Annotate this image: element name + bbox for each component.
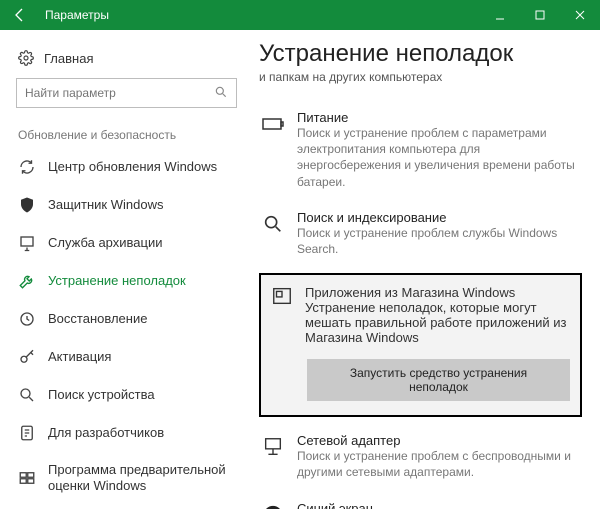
sidebar-item-label: Центр обновления Windows	[48, 159, 217, 175]
developer-icon	[18, 424, 36, 442]
sidebar: Главная Обновление и безопасность Центр …	[0, 30, 255, 509]
search-icon	[214, 85, 228, 102]
sidebar-item-defender[interactable]: Защитник Windows	[16, 186, 247, 224]
main-panel: Устранение неполадок и папкам на других …	[255, 30, 600, 509]
battery-icon	[261, 112, 285, 136]
sidebar-item-label: Устранение неполадок	[48, 273, 186, 289]
home-button[interactable]: Главная	[16, 44, 247, 76]
tile-desc: Устранение неполадок, которые могут меша…	[305, 300, 570, 345]
nav-list: Центр обновления Windows Защитник Window…	[16, 148, 247, 505]
window-controls	[480, 0, 600, 30]
tile-title: Питание	[297, 110, 578, 125]
troubleshoot-tile-store-apps[interactable]: Приложения из Магазина Windows Устранени…	[259, 273, 582, 417]
window-title: Параметры	[40, 8, 480, 22]
maximize-button[interactable]	[520, 0, 560, 30]
back-button[interactable]	[0, 0, 40, 30]
sidebar-item-troubleshoot[interactable]: Устранение неполадок	[16, 262, 247, 300]
sidebar-item-label: Для разработчиков	[48, 425, 164, 441]
sidebar-item-label: Поиск устройства	[48, 387, 155, 403]
sidebar-item-label: Программа предварительной оценки Windows	[48, 462, 243, 495]
shield-icon	[18, 196, 36, 214]
titlebar: Параметры	[0, 0, 600, 30]
gear-icon	[18, 50, 34, 66]
network-icon	[261, 435, 285, 459]
search-device-icon	[18, 386, 36, 404]
tile-title: Приложения из Магазина Windows	[305, 285, 570, 300]
search-box[interactable]	[16, 78, 237, 108]
wrench-icon	[18, 272, 36, 290]
tile-desc: Поиск и устранение проблем с беспроводны…	[297, 448, 578, 480]
tile-title: Поиск и индексирование	[297, 210, 578, 225]
insider-icon	[18, 469, 36, 487]
history-icon	[18, 310, 36, 328]
sidebar-item-windows-update[interactable]: Центр обновления Windows	[16, 148, 247, 186]
minimize-button[interactable]	[480, 0, 520, 30]
refresh-icon	[18, 158, 36, 176]
sidebar-item-insider[interactable]: Программа предварительной оценки Windows	[16, 452, 247, 505]
sidebar-item-label: Восстановление	[48, 311, 147, 327]
troubleshoot-tile-bluescreen[interactable]: Синий экран Устранение ошибок, вызывающи…	[259, 493, 582, 509]
troubleshoot-tile-network[interactable]: Сетевой адаптер Поиск и устранение пробл…	[259, 425, 582, 492]
home-label: Главная	[44, 51, 93, 66]
troubleshoot-tile-search[interactable]: Поиск и индексирование Поиск и устранени…	[259, 202, 582, 269]
run-troubleshooter-button[interactable]: Запустить средство устранения неполадок	[307, 359, 570, 401]
sidebar-item-activation[interactable]: Активация	[16, 338, 247, 376]
close-button[interactable]	[560, 0, 600, 30]
tile-desc: Поиск и устранение проблем с параметрами…	[297, 125, 578, 190]
search-input[interactable]	[25, 86, 214, 100]
sidebar-item-backup[interactable]: Служба архивации	[16, 224, 247, 262]
error-icon	[261, 503, 285, 509]
tile-title: Сетевой адаптер	[297, 433, 578, 448]
page-subtitle: и папкам на других компьютерах	[259, 70, 582, 84]
section-title: Обновление и безопасность	[16, 122, 247, 146]
tile-title: Синий экран	[297, 501, 578, 509]
sidebar-item-developers[interactable]: Для разработчиков	[16, 414, 247, 452]
sidebar-item-label: Защитник Windows	[48, 197, 163, 213]
sidebar-item-label: Служба архивации	[48, 235, 163, 251]
page-title: Устранение неполадок	[259, 40, 582, 68]
sidebar-item-label: Активация	[48, 349, 111, 365]
sidebar-item-find-device[interactable]: Поиск устройства	[16, 376, 247, 414]
troubleshoot-tile-power[interactable]: Питание Поиск и устранение проблем с пар…	[259, 102, 582, 202]
backup-icon	[18, 234, 36, 252]
sidebar-item-recovery[interactable]: Восстановление	[16, 300, 247, 338]
tile-desc: Поиск и устранение проблем службы Window…	[297, 225, 578, 257]
store-icon	[271, 285, 293, 345]
key-icon	[18, 348, 36, 366]
search-icon	[261, 212, 285, 236]
